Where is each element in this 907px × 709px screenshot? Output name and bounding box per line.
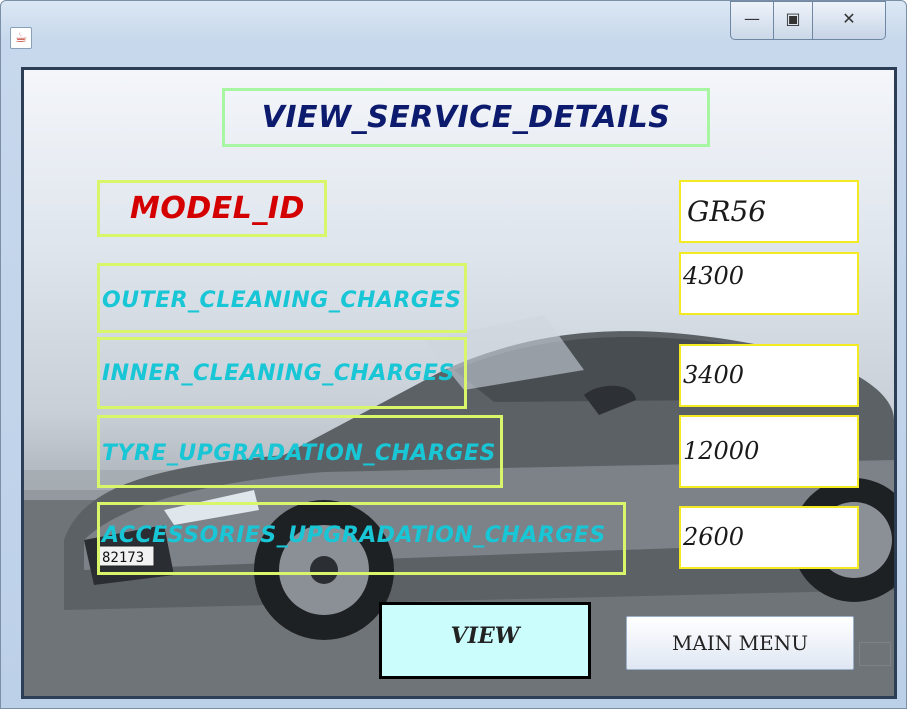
inner-cleaning-charges-field[interactable]: 3400 — [679, 344, 859, 407]
tyre-upgradation-charges-label: TYRE_UPGRADATION_CHARGES — [97, 415, 503, 488]
outer-cleaning-charges-label: OUTER_CLEANING_CHARGES — [97, 263, 467, 333]
model-id-label: MODEL_ID — [97, 180, 327, 237]
model-id-field[interactable]: GR56 — [679, 180, 859, 243]
tyre-upgradation-charges-field[interactable]: 12000 — [679, 415, 859, 488]
accessories-upgradation-charges-field[interactable]: 2600 — [679, 506, 859, 569]
content-panel: 82173 VIEW_SERVICE_DETAILS MODEL_ID OUTE… — [21, 67, 897, 699]
page-title: VIEW_SERVICE_DETAILS — [222, 88, 710, 147]
outer-cleaning-charges-field[interactable]: 4300 — [679, 252, 859, 315]
close-button[interactable]: ✕ — [812, 1, 886, 40]
resize-grip-icon[interactable] — [859, 642, 891, 666]
maximize-button[interactable]: ▣ — [773, 1, 813, 40]
java-cup-icon: ☕ — [10, 27, 32, 49]
view-button[interactable]: VIEW — [379, 602, 591, 679]
main-menu-button[interactable]: MAIN MENU — [626, 616, 854, 670]
minimize-button[interactable]: — — [730, 1, 774, 40]
app-window: ☕ — ▣ ✕ 82173 VIEW_SERVICE_DETAILS MODEL… — [0, 0, 907, 709]
accessories-upgradation-charges-label: ACCESSORIES_UPGRADATION_CHARGES — [97, 502, 626, 575]
inner-cleaning-charges-label: INNER_CLEANING_CHARGES — [97, 337, 467, 409]
